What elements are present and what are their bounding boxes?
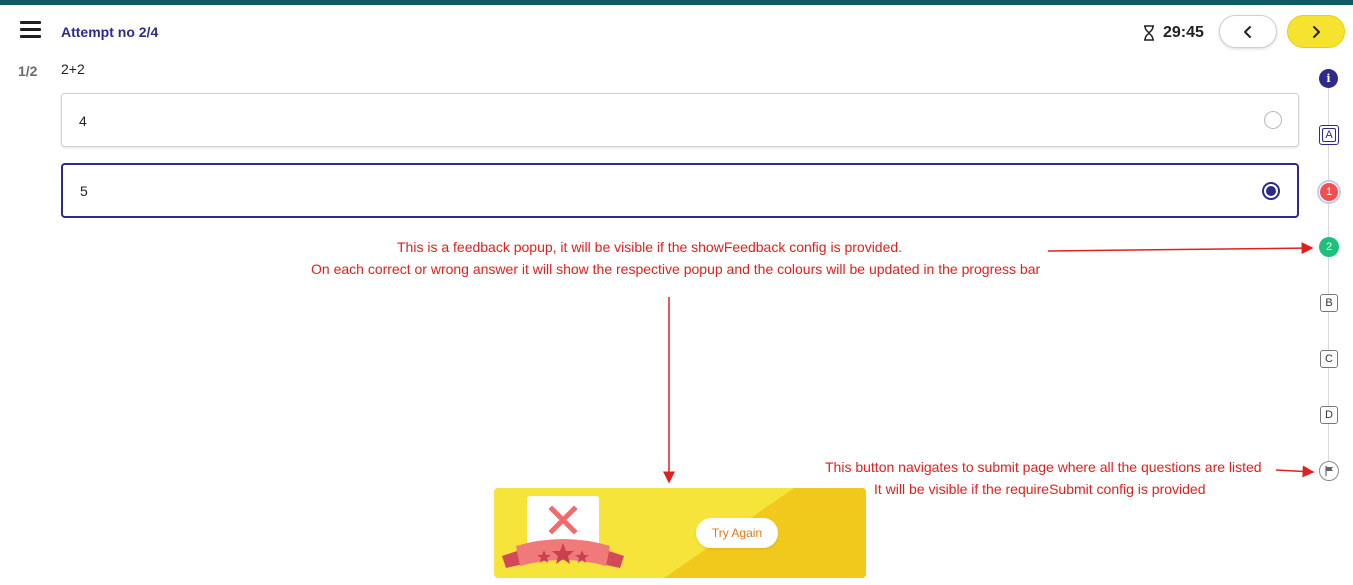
try-again-button[interactable]: Try Again (696, 518, 778, 548)
progress-info-node[interactable]: i (1319, 69, 1338, 88)
wrong-x-icon (548, 505, 578, 535)
progress-question-1[interactable]: 1 (1317, 180, 1341, 204)
progress-section-d[interactable]: D (1320, 406, 1338, 424)
submit-flag-button[interactable] (1319, 461, 1339, 481)
progress-label: 1 (1320, 183, 1338, 201)
progress-label: A (1322, 128, 1336, 142)
progress-section-c[interactable]: C (1320, 350, 1338, 368)
feedback-popup: Try Again (494, 488, 866, 578)
ribbon-stars-icon (502, 539, 624, 568)
progress-section-b[interactable]: B (1320, 294, 1338, 312)
flag-icon (1324, 466, 1333, 476)
progress-section-a[interactable]: A (1319, 125, 1339, 145)
progress-question-2[interactable]: 2 (1319, 237, 1339, 257)
